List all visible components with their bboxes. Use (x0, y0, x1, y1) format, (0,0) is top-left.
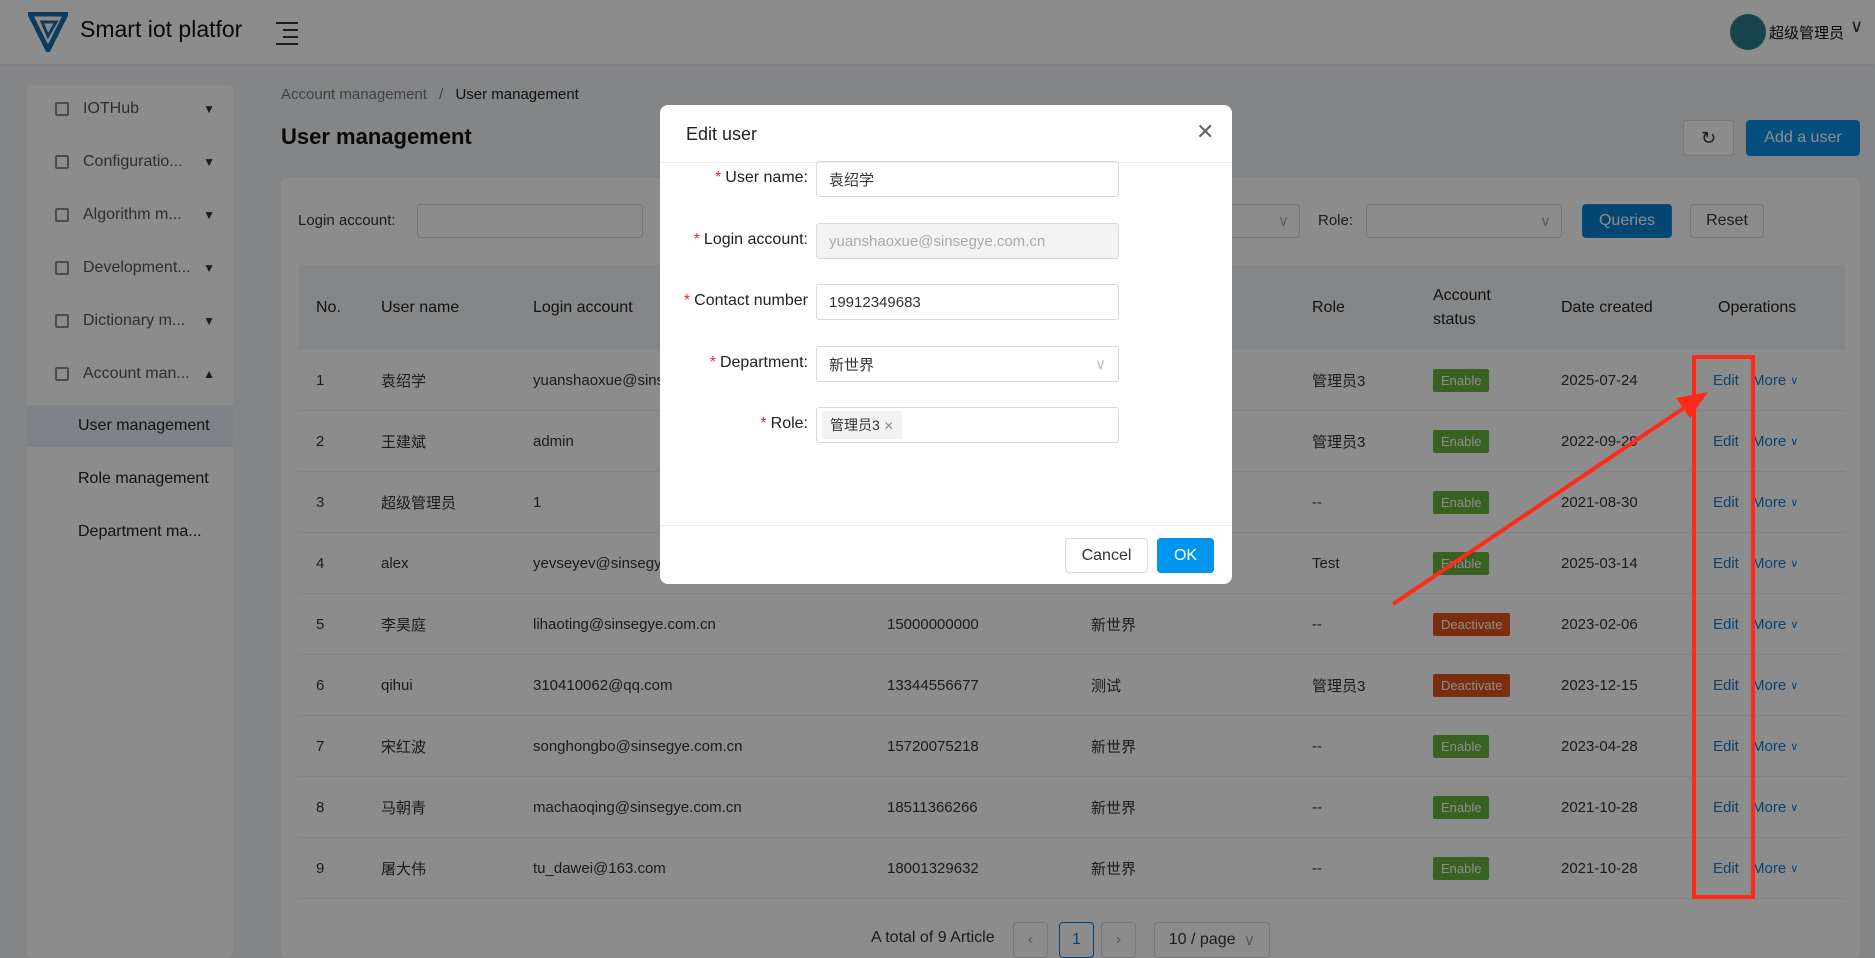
annotation-layer (1391, 355, 1755, 899)
annotation-highlight-box (1692, 355, 1755, 899)
annotation-arrow (1391, 402, 1692, 606)
annotation-arrowhead (1676, 392, 1708, 418)
